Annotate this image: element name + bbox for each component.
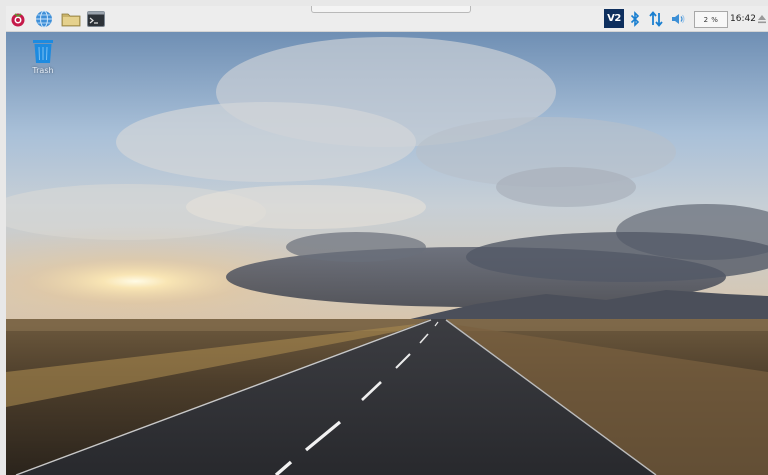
taskbar: V2 2 % 16:42	[6, 6, 768, 32]
file-manager-folder-icon	[61, 13, 81, 27]
terminal-button[interactable]	[86, 10, 106, 28]
bluetooth-button[interactable]	[628, 10, 642, 28]
trash-label: Trash	[32, 66, 54, 75]
clock[interactable]: 16:42	[730, 12, 756, 27]
network-button[interactable]	[648, 10, 664, 28]
desktop[interactable]: Trash	[6, 32, 768, 475]
terminal-icon	[87, 11, 105, 27]
network-arrows-icon	[649, 11, 663, 27]
volume-button[interactable]	[670, 10, 686, 28]
vnc-label: V2	[607, 13, 621, 24]
raspberry-menu-icon	[11, 13, 25, 27]
eject-button[interactable]	[756, 10, 768, 28]
volume-icon	[672, 14, 685, 24]
desktop-icon-trash[interactable]: Trash	[22, 38, 64, 86]
eject-icon	[758, 15, 766, 24]
web-browser-button[interactable]	[34, 10, 54, 28]
bluetooth-icon	[630, 11, 640, 27]
wallpaper-road-sunset	[6, 32, 768, 475]
web-browser-globe-icon	[36, 10, 52, 28]
raspberry-menu-button[interactable]	[9, 10, 27, 28]
trash-icon	[33, 40, 53, 63]
cpu-usage-text: 2 %	[703, 15, 719, 24]
cpu-monitor[interactable]: 2 %	[694, 11, 728, 28]
vnc-server-button[interactable]: V2	[604, 9, 624, 28]
panel-center-handle	[311, 6, 471, 13]
file-manager-button[interactable]	[60, 10, 82, 28]
screen: V2 2 % 16:42 Trash	[0, 0, 768, 475]
